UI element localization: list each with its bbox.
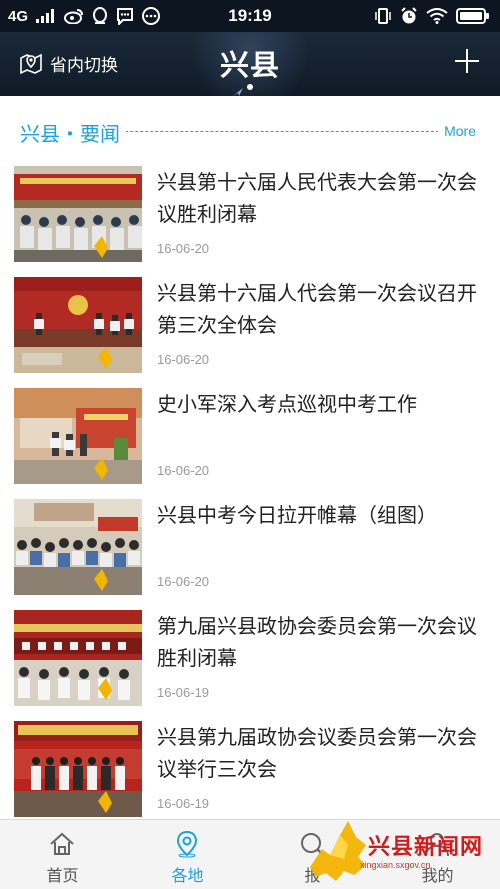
- section-title: 兴县・要闻: [20, 118, 126, 147]
- news-thumbnail: [14, 721, 142, 817]
- tab-local[interactable]: 各地: [125, 820, 250, 889]
- list-item[interactable]: 兴县第十六届人代会第一次会议召开第三次全体会 16-06-20: [0, 265, 500, 376]
- news-title: 第九届兴县政协会委员会第一次会议胜利闭幕: [157, 614, 477, 670]
- nav-bar: 省内切换 兴县: [0, 32, 500, 96]
- list-item[interactable]: 史小军深入考点巡视中考工作 16-06-20: [0, 376, 500, 487]
- section-header: 兴县・要闻 More: [0, 118, 500, 147]
- news-thumbnail: [14, 388, 142, 484]
- plus-icon[interactable]: [452, 46, 482, 76]
- news-title: 兴县第十六届人代会第一次会议召开第三次全体会: [157, 281, 477, 337]
- home-icon: [48, 830, 76, 858]
- news-date: 16-06-20: [157, 463, 210, 478]
- list-item[interactable]: 兴县第十六届人民代表大会第一次会议胜利闭幕 16-06-20: [0, 154, 500, 265]
- status-bar: 4G 19:19: [0, 0, 500, 32]
- page-title: 兴县: [219, 48, 280, 82]
- list-item[interactable]: 第九届兴县政协会委员会第一次会议胜利闭幕 16-06-19: [0, 598, 500, 709]
- tab-home[interactable]: 首页: [0, 820, 125, 889]
- news-thumbnail: [14, 277, 142, 373]
- news-title: 兴县第九届政协会议委员会第一次会议举行三次会: [157, 725, 477, 781]
- vibrate-icon: [374, 7, 392, 25]
- news-thumbnail: [14, 166, 142, 262]
- tab-label: 首页: [46, 866, 79, 885]
- battery-icon: [456, 8, 490, 24]
- news-title: 兴县第十六届人民代表大会第一次会议胜利闭幕: [157, 170, 477, 226]
- news-thumbnail: [14, 610, 142, 706]
- news-date: 16-06-20: [157, 574, 210, 589]
- news-date: 16-06-19: [157, 796, 210, 811]
- watermark-url: xingxian.sxgov.cn: [360, 860, 431, 870]
- news-date: 16-06-20: [157, 352, 210, 367]
- alarm-icon: [400, 7, 418, 25]
- news-title: 史小军深入考点巡视中考工作: [157, 392, 417, 416]
- news-thumbnail: [14, 499, 142, 595]
- watermark: 兴县新闻网 xingxian.sxgov.cn: [300, 815, 500, 889]
- list-item[interactable]: 兴县中考今日拉开帷幕（组图） 16-06-20: [0, 487, 500, 598]
- news-date: 16-06-20: [157, 241, 210, 256]
- status-right: [374, 0, 490, 32]
- list-item[interactable]: 兴县第九届政协会议委员会第一次会议举行三次会 16-06-19: [0, 709, 500, 820]
- location-pin-icon: [173, 830, 201, 858]
- news-title: 兴县中考今日拉开帷幕（组图）: [157, 503, 437, 527]
- page-indicator-dot: [247, 84, 253, 90]
- tab-label: 各地: [171, 866, 204, 885]
- news-date: 16-06-19: [157, 685, 210, 700]
- more-link[interactable]: More: [438, 123, 476, 139]
- watermark-text: 兴县新闻网: [368, 834, 484, 860]
- wifi-icon: [426, 8, 448, 24]
- cursor-arrow-icon: [232, 82, 244, 96]
